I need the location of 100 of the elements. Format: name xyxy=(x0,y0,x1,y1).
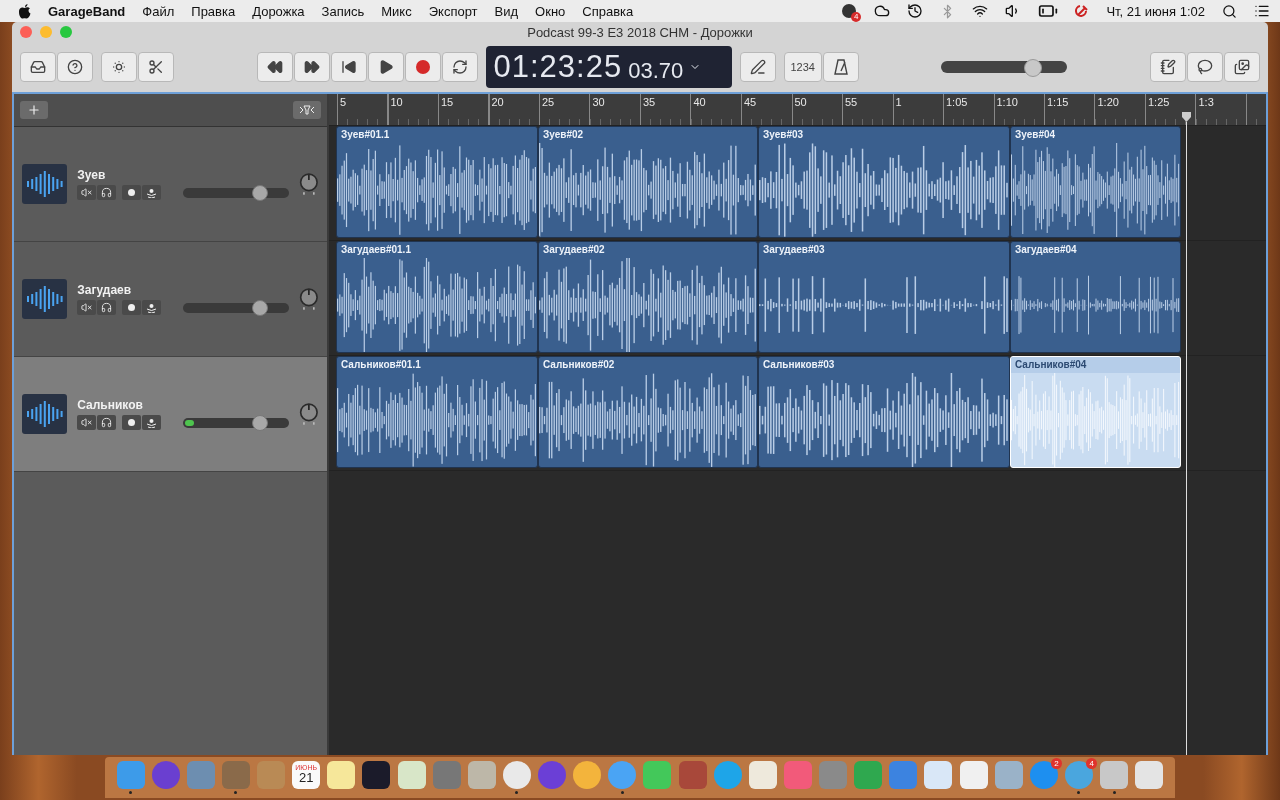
add-track-button[interactable] xyxy=(20,101,48,119)
ruler-label: 1:15 xyxy=(1046,95,1070,109)
menu-item[interactable]: Справка xyxy=(582,3,634,19)
pan-knob[interactable] xyxy=(299,170,319,198)
forward-button[interactable] xyxy=(293,52,330,82)
ruler-label: 20 xyxy=(490,95,505,109)
audio-region[interactable]: Загудаев#03 xyxy=(758,241,1010,353)
volume-slider[interactable] xyxy=(183,302,290,313)
app-icon[interactable] xyxy=(748,761,777,789)
cycle-button[interactable] xyxy=(441,52,478,82)
menu-item[interactable]: Экспорт xyxy=(428,3,478,19)
ruler-label: 5 xyxy=(339,95,348,109)
volume-slider[interactable] xyxy=(183,187,290,198)
menu-item[interactable]: Правка xyxy=(191,3,236,19)
media-browser-button[interactable] xyxy=(1224,52,1260,82)
input-monitor-button[interactable] xyxy=(142,300,162,315)
app-icon[interactable] xyxy=(924,761,953,789)
app-icon[interactable] xyxy=(362,761,391,789)
notepad-button[interactable] xyxy=(1150,52,1186,82)
solo-button[interactable] xyxy=(97,415,117,430)
record-enable-button[interactable] xyxy=(122,300,142,315)
audio-region[interactable]: Загудаев#04 xyxy=(1010,241,1181,353)
ruler-label: 1:10 xyxy=(995,95,1019,109)
help-button[interactable] xyxy=(57,52,93,82)
volume-slider[interactable] xyxy=(183,417,290,428)
timeline-ruler[interactable]: 5 10 15 20 25 30 35 40 45 50 55 1 1:05 1:10 1:15 1:20 1:25 1:3 xyxy=(329,94,1266,126)
list-icon[interactable] xyxy=(1254,3,1270,19)
audio-region[interactable]: Сальников#02 xyxy=(538,356,758,468)
app-icon[interactable] xyxy=(502,761,531,789)
app-icon[interactable] xyxy=(959,761,988,789)
count-in-button[interactable]: 1234 xyxy=(783,52,822,82)
mute-button[interactable] xyxy=(77,300,97,315)
record-button[interactable] xyxy=(404,52,441,82)
pan-knob[interactable] xyxy=(299,285,319,313)
menu-item[interactable]: Окно xyxy=(535,3,566,19)
menu-item[interactable]: Микс xyxy=(381,3,412,19)
ruler-label: 10 xyxy=(389,95,404,109)
input-monitor-icon xyxy=(146,302,158,313)
audio-region[interactable]: Сальников#04 xyxy=(1010,356,1181,468)
smart-controls-button[interactable] xyxy=(101,52,137,82)
audio-region[interactable]: Загудаев#02 xyxy=(538,241,758,353)
ruler-label: 1 xyxy=(894,95,903,109)
notification-icon[interactable]: 4 xyxy=(841,3,858,19)
record-enable-button[interactable] xyxy=(122,415,142,430)
wifi-icon[interactable] xyxy=(972,3,989,19)
history-icon[interactable] xyxy=(907,3,924,19)
app-menu[interactable]: GarageBand xyxy=(48,3,126,19)
playhead-handle[interactable] xyxy=(1182,112,1191,122)
pan-knob[interactable] xyxy=(299,400,319,428)
ruler-label: 15 xyxy=(440,95,455,109)
images-icon xyxy=(1234,59,1250,75)
audio-region[interactable]: Зуев#02 xyxy=(538,126,758,238)
editors-button[interactable] xyxy=(138,52,174,82)
tuner-button[interactable] xyxy=(739,52,776,82)
cloud-icon[interactable] xyxy=(874,3,891,19)
filter-button[interactable] xyxy=(293,101,321,119)
app-icon[interactable] xyxy=(397,761,426,789)
apple-icon[interactable] xyxy=(18,3,31,19)
menu-item[interactable]: Запись xyxy=(321,3,365,19)
input-monitor-button[interactable] xyxy=(142,185,162,200)
ruler-label: 40 xyxy=(692,95,707,109)
track-name: Загудаев xyxy=(77,283,133,297)
library-button[interactable] xyxy=(20,52,56,82)
ruler-label: 1:25 xyxy=(1147,95,1171,109)
audio-region[interactable]: Зуев#04 xyxy=(1010,126,1181,238)
app-icon[interactable] xyxy=(1135,761,1164,789)
input-monitor-button[interactable] xyxy=(142,415,162,430)
plus-icon xyxy=(27,103,41,117)
audio-region[interactable]: Сальников#03 xyxy=(758,356,1010,468)
rewind-button[interactable] xyxy=(256,52,293,82)
audio-region[interactable]: Загудаев#01.1 xyxy=(336,241,538,353)
region-name: Сальников#03 xyxy=(762,358,836,372)
mute-button[interactable] xyxy=(77,185,97,200)
region-name: Сальников#01.1 xyxy=(340,358,422,372)
menu-clock[interactable]: Чт, 21 июня 1:02 xyxy=(1106,3,1205,19)
audio-region[interactable]: Сальников#01.1 xyxy=(336,356,538,468)
menu-item[interactable]: Файл xyxy=(142,3,175,19)
dot-icon xyxy=(128,189,136,196)
mute-button[interactable] xyxy=(77,415,97,430)
track-name: Зуев xyxy=(77,168,107,182)
dial-icon xyxy=(111,59,127,75)
menu-item[interactable]: Вид xyxy=(494,3,519,19)
track-header[interactable]: Сальников xyxy=(14,357,327,472)
menu-item[interactable]: Дорожка xyxy=(252,3,305,19)
solo-button[interactable] xyxy=(97,300,117,315)
play-button[interactable] xyxy=(367,52,404,82)
app-icon[interactable] xyxy=(327,761,356,789)
speaker-muted-icon xyxy=(81,187,93,198)
record-enable-button[interactable] xyxy=(122,185,142,200)
go-to-start-button[interactable] xyxy=(330,52,367,82)
help-icon xyxy=(67,59,83,75)
audio-region[interactable]: Зуев#01.1 xyxy=(336,126,538,238)
audio-region[interactable]: Зуев#03 xyxy=(758,126,1010,238)
metronome-button[interactable] xyxy=(823,52,859,82)
notepad-icon xyxy=(1160,59,1176,75)
solo-button[interactable] xyxy=(97,185,117,200)
app-badge: 4 xyxy=(1086,757,1097,769)
speaker-muted-icon xyxy=(81,417,93,428)
search-icon[interactable] xyxy=(1222,3,1237,19)
loop-browser-button[interactable] xyxy=(1187,52,1223,82)
